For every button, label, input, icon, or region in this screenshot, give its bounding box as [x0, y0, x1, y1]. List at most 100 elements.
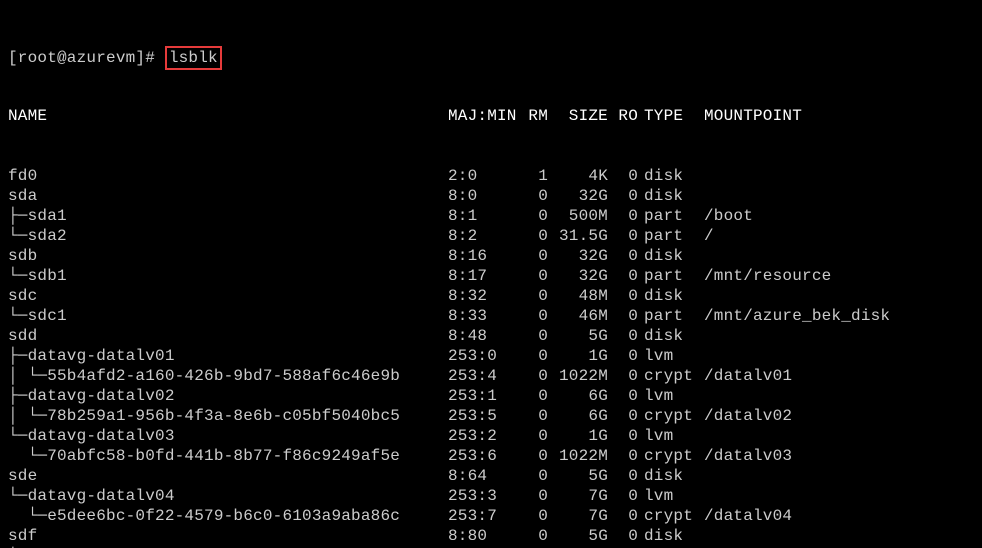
terminal[interactable]: [root@azurevm]# lsblk NAMEMAJ:MINRMSIZER…: [0, 0, 982, 548]
col-type: TYPE: [638, 106, 704, 126]
cell-ro: 0: [608, 266, 638, 286]
cell-mountpoint: /datalv04: [704, 506, 792, 526]
cell-type: disk: [638, 526, 704, 546]
cell-majmin: 8:33: [448, 306, 518, 326]
cell-size: 6G: [548, 386, 608, 406]
cell-name: │ └─55b4afd2-a160-426b-9bd7-588af6c46e9b: [8, 366, 448, 386]
cell-size: 32G: [548, 246, 608, 266]
cell-type: crypt: [638, 506, 704, 526]
cell-ro: 0: [608, 226, 638, 246]
cell-name: └─sdc1: [8, 306, 448, 326]
col-name: NAME: [8, 106, 448, 126]
cell-ro: 0: [608, 466, 638, 486]
cell-type: disk: [638, 466, 704, 486]
cell-size: 4K: [548, 166, 608, 186]
cell-mountpoint: /mnt/resource: [704, 266, 831, 286]
cell-size: 31.5G: [548, 226, 608, 246]
cell-name: ├─datavg-datalv01: [8, 346, 448, 366]
table-row: fd02:014K0disk: [8, 166, 974, 186]
cell-size: 1022M: [548, 366, 608, 386]
cell-majmin: 253:5: [448, 406, 518, 426]
cell-name: sdc: [8, 286, 448, 306]
cell-majmin: 8:32: [448, 286, 518, 306]
prompt-line[interactable]: [root@azurevm]# lsblk: [8, 46, 974, 66]
table-row: ├─sda18:10500M0part/boot: [8, 206, 974, 226]
cell-mountpoint: /datalv03: [704, 446, 792, 466]
cell-rm: 0: [518, 446, 548, 466]
cell-name: sdd: [8, 326, 448, 346]
cell-rm: 0: [518, 246, 548, 266]
col-majmin: MAJ:MIN: [448, 106, 518, 126]
cell-rm: 0: [518, 386, 548, 406]
table-row: sdd8:4805G0disk: [8, 326, 974, 346]
cell-name: ├─sda1: [8, 206, 448, 226]
cell-mountpoint: /: [704, 226, 714, 246]
cell-majmin: 8:1: [448, 206, 518, 226]
cell-ro: 0: [608, 286, 638, 306]
cell-size: 46M: [548, 306, 608, 326]
table-row: └─70abfc58-b0fd-441b-8b77-f86c9249af5e25…: [8, 446, 974, 466]
cell-majmin: 253:6: [448, 446, 518, 466]
cell-rm: 0: [518, 406, 548, 426]
cell-name: sde: [8, 466, 448, 486]
output-rows: fd02:014K0disksda8:0032G0disk├─sda18:105…: [8, 166, 974, 548]
cell-size: 32G: [548, 186, 608, 206]
shell-prompt: [root@azurevm]#: [8, 49, 165, 67]
cell-type: part: [638, 226, 704, 246]
cell-rm: 0: [518, 306, 548, 326]
cell-majmin: 8:64: [448, 466, 518, 486]
col-rm: RM: [518, 106, 548, 126]
cell-rm: 0: [518, 466, 548, 486]
cell-mountpoint: /datalv01: [704, 366, 792, 386]
cell-type: lvm: [638, 426, 704, 446]
cell-ro: 0: [608, 366, 638, 386]
cell-majmin: 8:16: [448, 246, 518, 266]
table-row: sda8:0032G0disk: [8, 186, 974, 206]
cell-name: sdf: [8, 526, 448, 546]
cell-name: └─sdb1: [8, 266, 448, 286]
table-row: ├─datavg-datalv02253:106G0lvm: [8, 386, 974, 406]
cell-rm: 0: [518, 426, 548, 446]
col-ro: RO: [608, 106, 638, 126]
cell-rm: 0: [518, 186, 548, 206]
cell-size: 1G: [548, 346, 608, 366]
cell-mountpoint: /datalv02: [704, 406, 792, 426]
cell-type: lvm: [638, 386, 704, 406]
cell-rm: 0: [518, 206, 548, 226]
cell-ro: 0: [608, 326, 638, 346]
cell-mountpoint: /boot: [704, 206, 753, 226]
table-row: └─e5dee6bc-0f22-4579-b6c0-6103a9aba86c25…: [8, 506, 974, 526]
cell-type: disk: [638, 286, 704, 306]
cell-size: 5G: [548, 526, 608, 546]
cell-type: part: [638, 306, 704, 326]
cell-ro: 0: [608, 426, 638, 446]
cell-ro: 0: [608, 346, 638, 366]
cell-majmin: 2:0: [448, 166, 518, 186]
cell-majmin: 253:0: [448, 346, 518, 366]
cell-ro: 0: [608, 166, 638, 186]
cell-rm: 0: [518, 226, 548, 246]
cell-majmin: 8:80: [448, 526, 518, 546]
table-row: │ └─78b259a1-956b-4f3a-8e6b-c05bf5040bc5…: [8, 406, 974, 426]
table-row: └─sdb18:17032G0part/mnt/resource: [8, 266, 974, 286]
cell-majmin: 8:17: [448, 266, 518, 286]
cell-type: lvm: [638, 346, 704, 366]
cell-type: crypt: [638, 366, 704, 386]
cell-rm: 0: [518, 486, 548, 506]
cell-name: └─e5dee6bc-0f22-4579-b6c0-6103a9aba86c: [8, 506, 448, 526]
table-row: └─sda28:2031.5G0part/: [8, 226, 974, 246]
cell-ro: 0: [608, 246, 638, 266]
cell-type: disk: [638, 246, 704, 266]
table-row: sde8:6405G0disk: [8, 466, 974, 486]
cell-majmin: 253:4: [448, 366, 518, 386]
cell-majmin: 253:3: [448, 486, 518, 506]
cell-name: └─70abfc58-b0fd-441b-8b77-f86c9249af5e: [8, 446, 448, 466]
table-row: │ └─55b4afd2-a160-426b-9bd7-588af6c46e9b…: [8, 366, 974, 386]
table-row: sdb8:16032G0disk: [8, 246, 974, 266]
cell-ro: 0: [608, 206, 638, 226]
cell-type: part: [638, 206, 704, 226]
cell-rm: 0: [518, 506, 548, 526]
cell-type: disk: [638, 326, 704, 346]
cell-rm: 0: [518, 266, 548, 286]
cell-size: 5G: [548, 466, 608, 486]
